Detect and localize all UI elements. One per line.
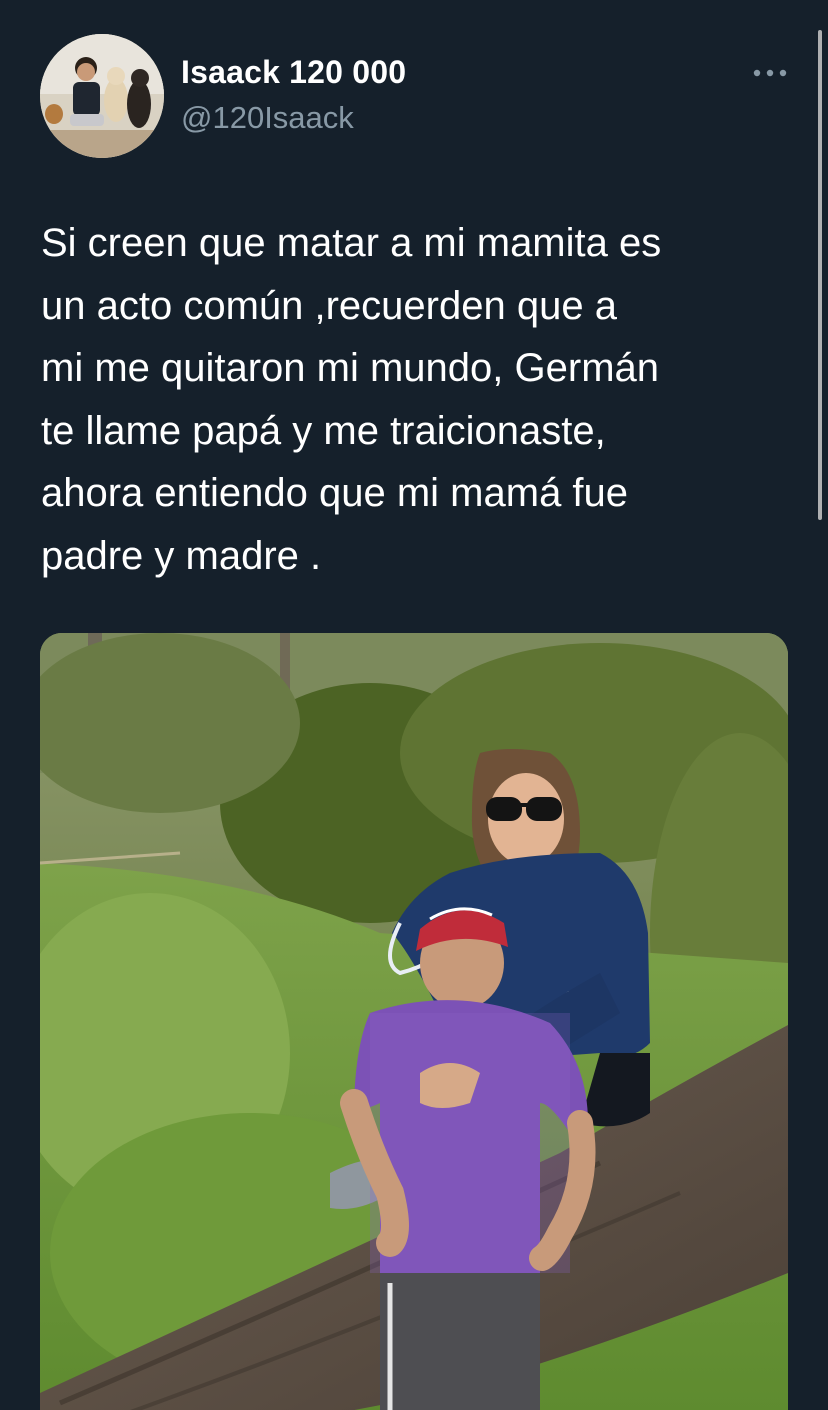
more-horizontal-icon [753,69,787,77]
scrollbar[interactable] [818,30,822,520]
tweet: Isaack 120 000 @120Isaack Si creen que m… [0,0,828,1410]
avatar[interactable] [40,34,164,158]
avatar-photo [40,34,164,158]
tweet-photo [40,633,788,1410]
user-handle[interactable]: @120Isaack [181,100,354,136]
more-options-button[interactable] [746,58,794,88]
display-name[interactable]: Isaack 120 000 [181,54,406,91]
tweet-media[interactable] [40,633,788,1410]
tweet-text: Si creen que matar a mi mamita es un act… [41,221,662,578]
